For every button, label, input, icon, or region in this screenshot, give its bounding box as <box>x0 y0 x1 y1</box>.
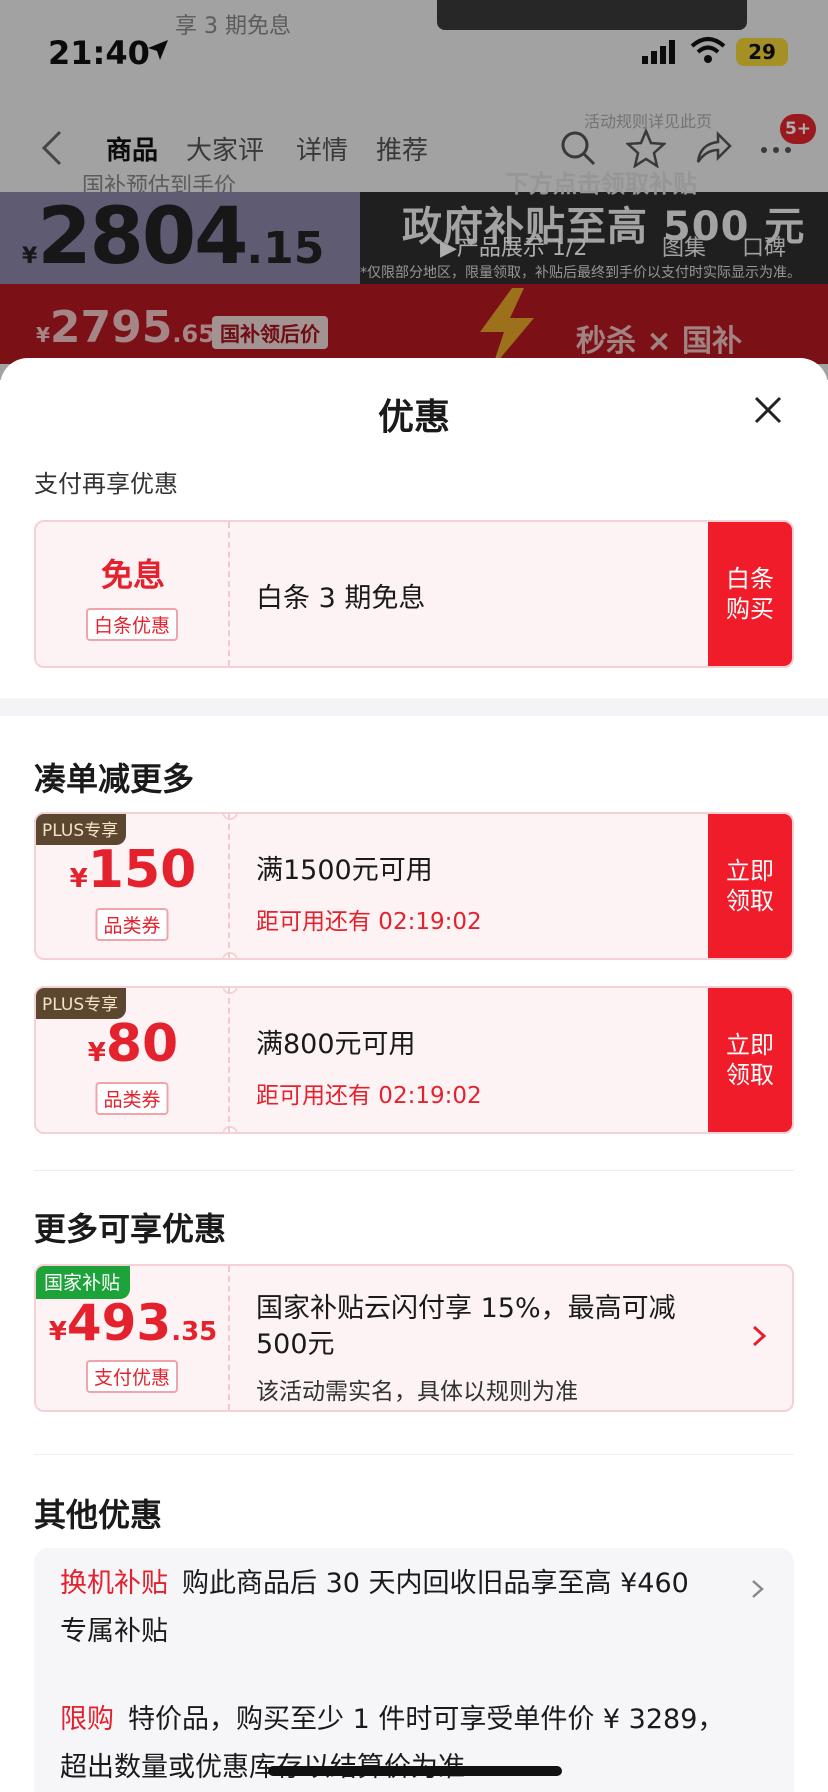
plus-exclusive-badge: PLUS专享 <box>36 988 127 1019</box>
section-divider <box>0 698 828 716</box>
discount-sheet: 优惠 支付再享优惠 免息 白条优惠 白条 3 期免息 白条购买 凑单减更多 ¥1… <box>0 358 828 1792</box>
plus-exclusive-badge: PLUS专享 <box>36 814 127 845</box>
interest-free-card: 免息 白条优惠 白条 3 期免息 白条购买 <box>34 520 794 668</box>
chevron-right-icon <box>752 1325 767 1347</box>
baitiao-buy-button[interactable]: 白条购买 <box>708 522 792 666</box>
coupon-value: 150 <box>87 840 197 900</box>
trade-in-text: 购此商品后 30 天内回收旧品享至高 ¥460 <box>182 1568 689 1599</box>
category-coupon-tag: 品类券 <box>95 1082 169 1115</box>
trade-in-line2: 专属补贴 <box>60 1616 168 1647</box>
card-left: 免息 白条优惠 <box>36 522 230 666</box>
baitiao-tag: 白条优惠 <box>85 608 179 641</box>
sheet-title: 优惠 <box>377 397 450 438</box>
modal-overlay[interactable] <box>0 0 828 380</box>
limit-label: 限购 <box>60 1704 114 1735</box>
category-coupon-tag: 品类券 <box>95 908 169 941</box>
other-section-title: 其他优惠 <box>34 1496 163 1534</box>
divider <box>34 1454 794 1455</box>
interest-free-text: 白条 3 期免息 <box>256 583 426 614</box>
chevron-right-icon <box>752 1580 764 1598</box>
limit-line1: 限购 特价品，购买至少 1 件时可享受单件价 ¥ 3289， <box>60 1696 760 1744</box>
coupon-condition: 满800元可用 <box>256 1029 416 1060</box>
coupon-value: 80 <box>105 1014 179 1074</box>
interest-free-label: 免息 <box>100 556 165 594</box>
claim-coupon-button[interactable]: 立即领取 <box>708 988 792 1132</box>
pay-section-title: 支付再享优惠 <box>34 470 178 498</box>
gov-subsidy-card[interactable]: ¥493.35 支付优惠 国家补贴 国家补贴云闪付享 15%，最高可减 500元… <box>34 1264 794 1412</box>
home-indicator[interactable] <box>268 1766 562 1776</box>
limit-text: 特价品，购买至少 1 件时可享受单件价 ¥ 3289， <box>128 1704 725 1735</box>
coupon-amount: ¥150 <box>36 840 230 900</box>
coupon-card: ¥80 品类券 PLUS专享 满800元可用 距可用还有 02:19:02 立即… <box>34 986 794 1134</box>
divider <box>34 1170 794 1171</box>
trade-in-label: 换机补贴 <box>60 1568 168 1599</box>
bundle-section-title: 凑单减更多 <box>34 760 195 798</box>
trade-in-row[interactable]: 换机补贴 购此商品后 30 天内回收旧品享至高 ¥460 专属补贴 <box>60 1560 760 1656</box>
coupon-currency: ¥ <box>69 864 88 894</box>
gov-decimal: .35 <box>171 1317 218 1347</box>
gov-integer: 493 <box>66 1294 172 1352</box>
card-body: 白条 3 期免息 <box>256 522 686 666</box>
trade-in-line1: 换机补贴 购此商品后 30 天内回收旧品享至高 ¥460 <box>60 1560 760 1608</box>
gov-desc-line1: 国家补贴云闪付享 15%，最高可减 <box>256 1293 676 1324</box>
coupon-countdown: 距可用还有 02:19:02 <box>256 909 482 935</box>
gov-card-body: 国家补贴云闪付享 15%，最高可减 500元 该活动需实名，具体以规则为准 <box>256 1266 686 1410</box>
coupon-condition: 满1500元可用 <box>256 855 433 886</box>
coupon-countdown: 距可用还有 02:19:02 <box>256 1083 482 1109</box>
gov-note: 该活动需实名，具体以规则为准 <box>256 1379 578 1405</box>
coupon-amount: ¥80 <box>36 1014 230 1074</box>
gov-currency: ¥ <box>48 1317 67 1347</box>
pay-discount-tag: 支付优惠 <box>85 1360 179 1393</box>
coupon-currency: ¥ <box>87 1038 106 1068</box>
product-page-background: 享 3 期免息 21:40 29 活动规则详见此页 商品 大家评 详情 推荐 5… <box>0 0 828 380</box>
gov-desc-line2: 500元 <box>256 1329 335 1360</box>
close-icon[interactable] <box>752 394 784 426</box>
coupon-card: ¥150 品类券 PLUS专享 满1500元可用 距可用还有 02:19:02 … <box>34 812 794 960</box>
claim-coupon-button[interactable]: 立即领取 <box>708 814 792 958</box>
coupon-body: 满800元可用 距可用还有 02:19:02 <box>256 988 686 1132</box>
coupon-body: 满1500元可用 距可用还有 02:19:02 <box>256 814 686 958</box>
other-discounts-box: 换机补贴 购此商品后 30 天内回收旧品享至高 ¥460 专属补贴 限购 特价品，购… <box>34 1548 794 1792</box>
gov-discount-amount: ¥493.35 <box>36 1294 230 1352</box>
gov-subsidy-badge: 国家补贴 <box>36 1266 131 1299</box>
more-section-title: 更多可享优惠 <box>34 1210 227 1248</box>
purchase-limit-row: 限购 特价品，购买至少 1 件时可享受单件价 ¥ 3289， 超出数量或优惠库存以… <box>60 1696 760 1792</box>
